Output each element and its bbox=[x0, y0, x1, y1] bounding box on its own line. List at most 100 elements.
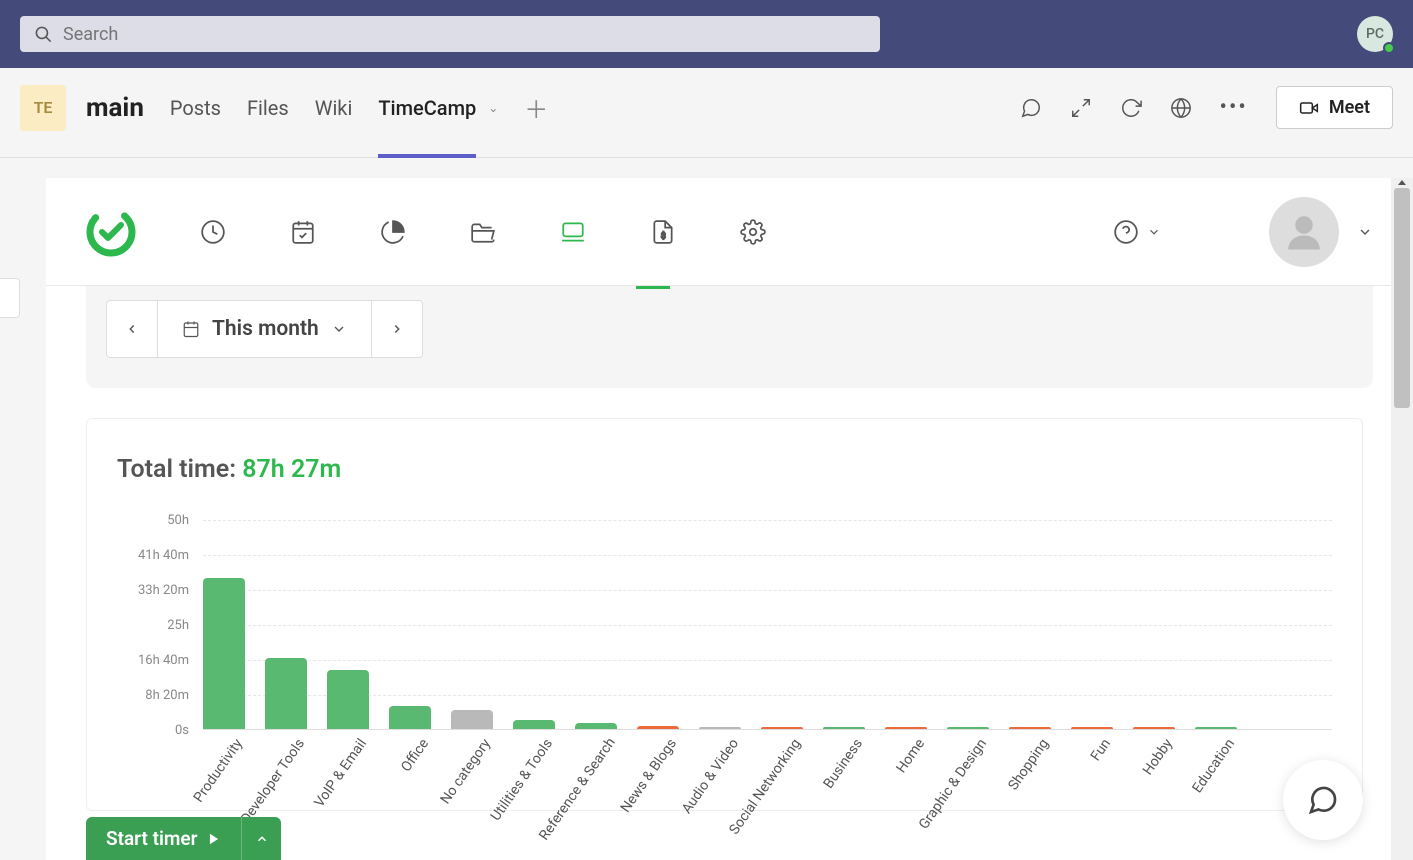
prev-period-button[interactable] bbox=[107, 301, 157, 357]
team-avatar[interactable]: TE bbox=[20, 85, 66, 131]
chart-bar[interactable] bbox=[203, 578, 245, 729]
chart-bar[interactable] bbox=[947, 727, 989, 729]
channel-name[interactable]: main bbox=[86, 93, 144, 123]
search-input[interactable] bbox=[53, 24, 866, 45]
tab-files[interactable]: Files bbox=[247, 88, 289, 128]
clock-icon[interactable] bbox=[200, 219, 226, 245]
date-range-picker: This month bbox=[106, 300, 423, 358]
chart-plot: ProductivityDeveloper ToolsVoIP & EmailO… bbox=[203, 520, 1332, 730]
support-chat-button[interactable] bbox=[1283, 760, 1363, 840]
chart-y-axis: 50h41h 40m33h 20m25h16h 40m8h 20m0s bbox=[117, 520, 197, 730]
date-range-label: This month bbox=[212, 317, 319, 341]
calendar-check-icon[interactable] bbox=[290, 219, 316, 245]
svg-text:$: $ bbox=[661, 230, 666, 241]
meet-button[interactable]: Meet bbox=[1276, 86, 1393, 129]
total-time-label: Total time: bbox=[117, 455, 242, 484]
timecamp-frame: $ This month bbox=[46, 178, 1413, 860]
next-period-button[interactable] bbox=[372, 301, 422, 357]
chevron-up-icon bbox=[255, 832, 269, 846]
play-icon bbox=[207, 832, 221, 846]
chart-bar[interactable] bbox=[823, 727, 865, 729]
chart-bar[interactable] bbox=[327, 670, 369, 729]
teams-topbar: PC bbox=[0, 0, 1413, 68]
tab-wiki[interactable]: Wiki bbox=[315, 88, 353, 128]
y-tick-label: 0s bbox=[119, 723, 189, 738]
timecamp-toolbar: $ bbox=[46, 178, 1413, 286]
help-dropdown[interactable] bbox=[1113, 219, 1161, 245]
person-icon bbox=[1283, 211, 1325, 253]
calendar-icon bbox=[182, 320, 200, 338]
y-tick-label: 16h 40m bbox=[119, 653, 189, 668]
chart-bar[interactable] bbox=[451, 710, 493, 729]
header-actions: ••• Meet bbox=[1020, 86, 1393, 129]
meet-button-label: Meet bbox=[1329, 97, 1370, 118]
more-options-icon[interactable]: ••• bbox=[1220, 95, 1248, 120]
y-tick-label: 33h 20m bbox=[119, 583, 189, 598]
chart-bar[interactable] bbox=[1071, 727, 1113, 729]
gridline bbox=[203, 590, 1332, 591]
tab-dropdown-caret-icon[interactable]: ⌄ bbox=[488, 101, 498, 115]
chart-bar[interactable] bbox=[1133, 727, 1175, 729]
chevron-right-icon bbox=[390, 322, 404, 336]
chart-bar[interactable] bbox=[885, 727, 927, 729]
total-time-panel: Total time: 87h 27m 50h 41h 40m 33h 20m 25h… bbox=[86, 418, 1363, 811]
scroll-thumb[interactable] bbox=[1394, 188, 1410, 408]
y-tick-label: 25h bbox=[119, 618, 189, 633]
category-bar-chart: 50h41h 40m33h 20m25h16h 40m8h 20m0s Prod… bbox=[117, 520, 1332, 800]
search-box[interactable] bbox=[20, 16, 880, 52]
computer-icon[interactable] bbox=[560, 219, 586, 245]
add-tab-button[interactable]: ＋ bbox=[524, 90, 548, 125]
tab-posts[interactable]: Posts bbox=[170, 88, 221, 128]
chart-bar[interactable] bbox=[637, 726, 679, 729]
active-nav-indicator bbox=[636, 286, 670, 289]
start-timer-bar: Start timer bbox=[86, 817, 281, 860]
chart-bar[interactable] bbox=[389, 706, 431, 729]
gridline bbox=[203, 520, 1332, 521]
total-time-heading: Total time: 87h 27m bbox=[117, 455, 1332, 484]
chat-icon[interactable] bbox=[1020, 97, 1042, 119]
avatar-initials: PC bbox=[1366, 26, 1384, 42]
presence-available-icon bbox=[1383, 42, 1395, 54]
chart-bar[interactable] bbox=[513, 720, 555, 729]
collapsed-side-tab[interactable] bbox=[0, 278, 20, 318]
tab-timecamp-label: TimeCamp bbox=[378, 96, 476, 120]
user-avatar[interactable]: PC bbox=[1357, 16, 1393, 52]
settings-gear-icon[interactable] bbox=[740, 219, 766, 245]
total-time-value: 87h 27m bbox=[242, 455, 341, 484]
chart-bar[interactable] bbox=[1009, 727, 1051, 729]
tab-timecamp[interactable]: TimeCamp bbox=[378, 88, 476, 128]
vertical-scrollbar[interactable] bbox=[1391, 178, 1413, 860]
y-tick-label: 41h 40m bbox=[119, 548, 189, 563]
search-icon bbox=[34, 25, 53, 44]
start-timer-label: Start timer bbox=[106, 827, 197, 850]
active-tab-indicator bbox=[378, 154, 476, 158]
start-timer-button[interactable]: Start timer bbox=[86, 817, 241, 860]
folder-open-icon[interactable] bbox=[470, 219, 496, 245]
chevron-down-icon bbox=[1147, 225, 1161, 239]
chevron-down-icon[interactable] bbox=[1357, 224, 1373, 240]
pie-chart-icon[interactable] bbox=[380, 219, 406, 245]
toolbar-right bbox=[1113, 197, 1373, 267]
refresh-icon[interactable] bbox=[1120, 97, 1142, 119]
date-range-bar: This month bbox=[86, 286, 1373, 388]
expand-icon[interactable] bbox=[1070, 97, 1092, 119]
app-body: $ This month bbox=[0, 158, 1413, 860]
start-timer-expand-button[interactable] bbox=[241, 817, 281, 860]
chart-bar[interactable] bbox=[265, 658, 307, 729]
chart-bar[interactable] bbox=[575, 723, 617, 729]
chevron-left-icon bbox=[125, 322, 139, 336]
timecamp-user-avatar[interactable] bbox=[1269, 197, 1339, 267]
timecamp-logo-icon[interactable] bbox=[86, 207, 136, 257]
chart-bar[interactable] bbox=[761, 727, 803, 729]
chart-bar[interactable] bbox=[1195, 727, 1237, 729]
date-range-button[interactable]: This month bbox=[157, 301, 372, 357]
y-tick-label: 50h bbox=[119, 513, 189, 528]
gridline bbox=[203, 695, 1332, 696]
help-icon bbox=[1113, 219, 1139, 245]
chat-bubble-icon bbox=[1307, 784, 1339, 816]
invoice-icon[interactable]: $ bbox=[650, 219, 676, 245]
gridline bbox=[203, 555, 1332, 556]
gridline bbox=[203, 625, 1332, 626]
chart-bar[interactable] bbox=[699, 727, 741, 729]
globe-icon[interactable] bbox=[1170, 97, 1192, 119]
